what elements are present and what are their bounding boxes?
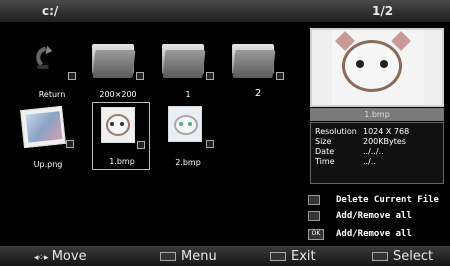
file-name: 1 xyxy=(185,90,191,99)
file-item-folder[interactable]: 2 xyxy=(228,32,288,108)
check-box[interactable] xyxy=(276,72,284,80)
folder-icon xyxy=(162,44,206,78)
file-item-image[interactable]: 2.bmp xyxy=(158,102,218,178)
image-thumbnail xyxy=(101,107,135,143)
file-item-return[interactable]: Return xyxy=(22,32,82,108)
file-name: 200×200 xyxy=(99,90,137,99)
ok-key-icon: OK xyxy=(308,229,324,240)
move-hint: ◂⁘▸ Move xyxy=(34,249,87,264)
file-grid: Return 200×200 1 2 Up.png 1.bmp 2.bmp xyxy=(0,22,300,222)
file-name: 2.bmp xyxy=(175,158,201,167)
info-size: Size 200KBytes xyxy=(315,137,406,146)
file-info-panel: Resolution 1024 X 768 Size 200KBytes Date.… xyxy=(310,122,444,184)
folder-icon xyxy=(92,44,136,78)
folder-icon xyxy=(232,44,276,78)
delete-current-file-action[interactable]: Delete Current File xyxy=(308,194,450,208)
file-item-image[interactable]: Up.png xyxy=(18,102,78,178)
select-key-icon xyxy=(372,252,388,261)
title-bar: c:/ 1/2 xyxy=(0,0,450,22)
image-preview xyxy=(310,28,444,107)
check-box[interactable] xyxy=(136,72,144,80)
menu-key-icon xyxy=(160,252,176,261)
return-arrow-icon xyxy=(36,45,53,69)
check-box[interactable] xyxy=(206,72,214,80)
directional-pad-icon: ◂⁘▸ xyxy=(34,253,49,263)
file-name: Up.png xyxy=(33,160,63,169)
preview-filename: 1.bmp xyxy=(310,108,444,121)
select-hint: Select xyxy=(372,249,433,264)
menu-hint: Menu xyxy=(160,249,217,264)
info-time: Time ../.. xyxy=(315,157,376,166)
file-name: 2 xyxy=(254,88,262,99)
ok-add-remove-all-action[interactable]: OK Add/Remove all xyxy=(308,228,450,242)
page-indicator: 1/2 xyxy=(372,4,394,18)
info-resolution: Resolution 1024 X 768 xyxy=(315,127,410,136)
image-thumbnail xyxy=(20,105,66,149)
file-item-folder[interactable]: 1 xyxy=(158,32,218,108)
add-remove-all-action[interactable]: Add/Remove all xyxy=(308,210,450,224)
check-box[interactable] xyxy=(137,141,145,149)
file-item-image-selected[interactable]: 1.bmp xyxy=(92,102,150,170)
image-thumbnail xyxy=(168,106,202,142)
key-icon xyxy=(308,195,320,205)
check-box[interactable] xyxy=(206,140,214,148)
info-date: Date ../../.. xyxy=(315,147,384,156)
bottom-hint-bar: ◂⁘▸ Move Menu Exit Select xyxy=(0,246,450,266)
check-box[interactable] xyxy=(66,140,74,148)
file-item-folder[interactable]: 200×200 xyxy=(88,32,148,108)
file-name: Return xyxy=(38,90,66,99)
exit-key-icon xyxy=(270,252,286,261)
file-name: 1.bmp xyxy=(109,157,135,166)
check-box[interactable] xyxy=(68,72,76,80)
exit-hint: Exit xyxy=(270,249,316,264)
key-icon xyxy=(308,211,320,221)
current-path: c:/ xyxy=(42,4,59,18)
